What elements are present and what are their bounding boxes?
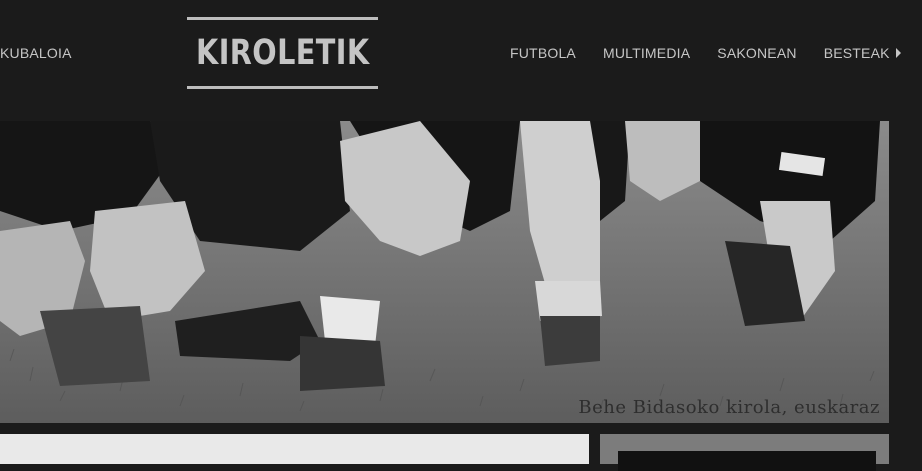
logo-text: KIROLETIK <box>195 33 370 73</box>
hero-banner: Behe Bidasoko kirola, euskaraz <box>0 121 889 423</box>
nav-item-futbola[interactable]: FUTBOLA <box>510 45 576 61</box>
caret-right-icon[interactable] <box>895 48 901 58</box>
nav-item-sakonean[interactable]: SAKONEAN <box>717 45 796 61</box>
sidebar-panel <box>600 434 889 471</box>
banner-caption: Behe Bidasoko kirola, euskaraz <box>578 397 880 418</box>
nav-item-multimedia[interactable]: MULTIMEDIA <box>603 45 690 61</box>
sidebar-widget <box>618 451 876 471</box>
main-content-panel <box>0 434 589 464</box>
banner-photo <box>0 121 889 423</box>
site-logo[interactable]: KIROLETIK <box>187 17 378 89</box>
site-header: KUBALOIA KIROLETIK FUTBOLA MULTIMEDIA SA… <box>0 0 922 121</box>
nav-item-kubaloia[interactable]: KUBALOIA <box>0 45 72 61</box>
nav-item-besteak[interactable]: BESTEAK <box>824 45 890 61</box>
main-nav: FUTBOLA MULTIMEDIA SAKONEAN BESTEAK <box>510 45 901 61</box>
